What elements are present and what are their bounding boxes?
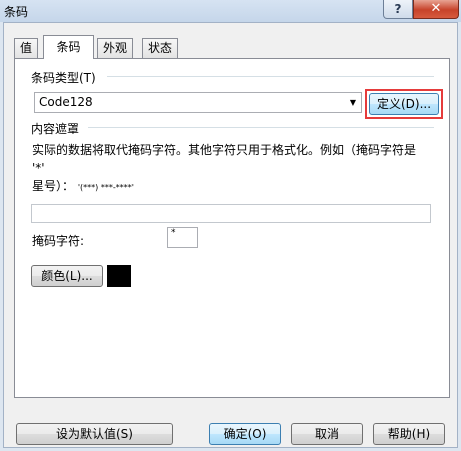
- tab-barcode[interactable]: 条码: [43, 35, 94, 59]
- mask-description-line1: 实际的数据将取代掩码字符。其他字符只用于格式化。例如（掩码字符是 '*': [32, 143, 417, 175]
- mask-description-prefix: 星号）：: [32, 179, 75, 193]
- title-bar: 条码 ? ✕: [0, 0, 461, 22]
- group-divider: [88, 127, 434, 128]
- content-mask-label: 内容遮罩: [31, 122, 80, 136]
- set-default-button[interactable]: 设为默认值(S): [16, 423, 173, 445]
- barcode-type-select[interactable]: Code128 ▼: [34, 92, 362, 113]
- dialog-client: 值 条码 外观 状态 条码类型(T) Code128 ▼ 定义(D)... 内容…: [3, 22, 458, 448]
- group-divider: [107, 76, 434, 77]
- barcode-type-value: Code128: [39, 95, 93, 109]
- dialog-window: 条码 ? ✕ 值 条码 外观 状态 条码类型(T) Code128 ▼ 定义(D…: [0, 0, 461, 451]
- tab-value[interactable]: 值: [14, 38, 39, 58]
- window-title: 条码: [4, 5, 29, 19]
- mask-description-sample: '(***) ***-****': [77, 183, 134, 192]
- mask-description-line2: 星号）： '(***) ***-****': [32, 177, 432, 197]
- help-button[interactable]: 帮助(H): [373, 423, 445, 445]
- color-button[interactable]: 颜色(L)...: [31, 265, 103, 287]
- mask-pattern-input[interactable]: [31, 204, 431, 223]
- mask-char-label: 掩码字符:: [32, 234, 85, 248]
- barcode-type-label: 条码类型(T): [31, 71, 96, 85]
- mask-description: 实际的数据将取代掩码字符。其他字符只用于格式化。例如（掩码字符是 '*' 星号）…: [32, 141, 432, 197]
- tab-status[interactable]: 状态: [142, 38, 179, 58]
- cancel-button[interactable]: 取消: [291, 423, 363, 445]
- color-swatch[interactable]: [107, 265, 131, 287]
- define-button[interactable]: 定义(D)...: [369, 93, 439, 115]
- close-button[interactable]: ✕: [413, 0, 459, 19]
- mask-char-input[interactable]: *: [167, 227, 198, 248]
- tab-appearance[interactable]: 外观: [97, 38, 134, 58]
- ok-button[interactable]: 确定(O): [209, 423, 281, 445]
- chevron-down-icon[interactable]: ▼: [347, 95, 359, 110]
- help-title-button[interactable]: ?: [383, 0, 413, 19]
